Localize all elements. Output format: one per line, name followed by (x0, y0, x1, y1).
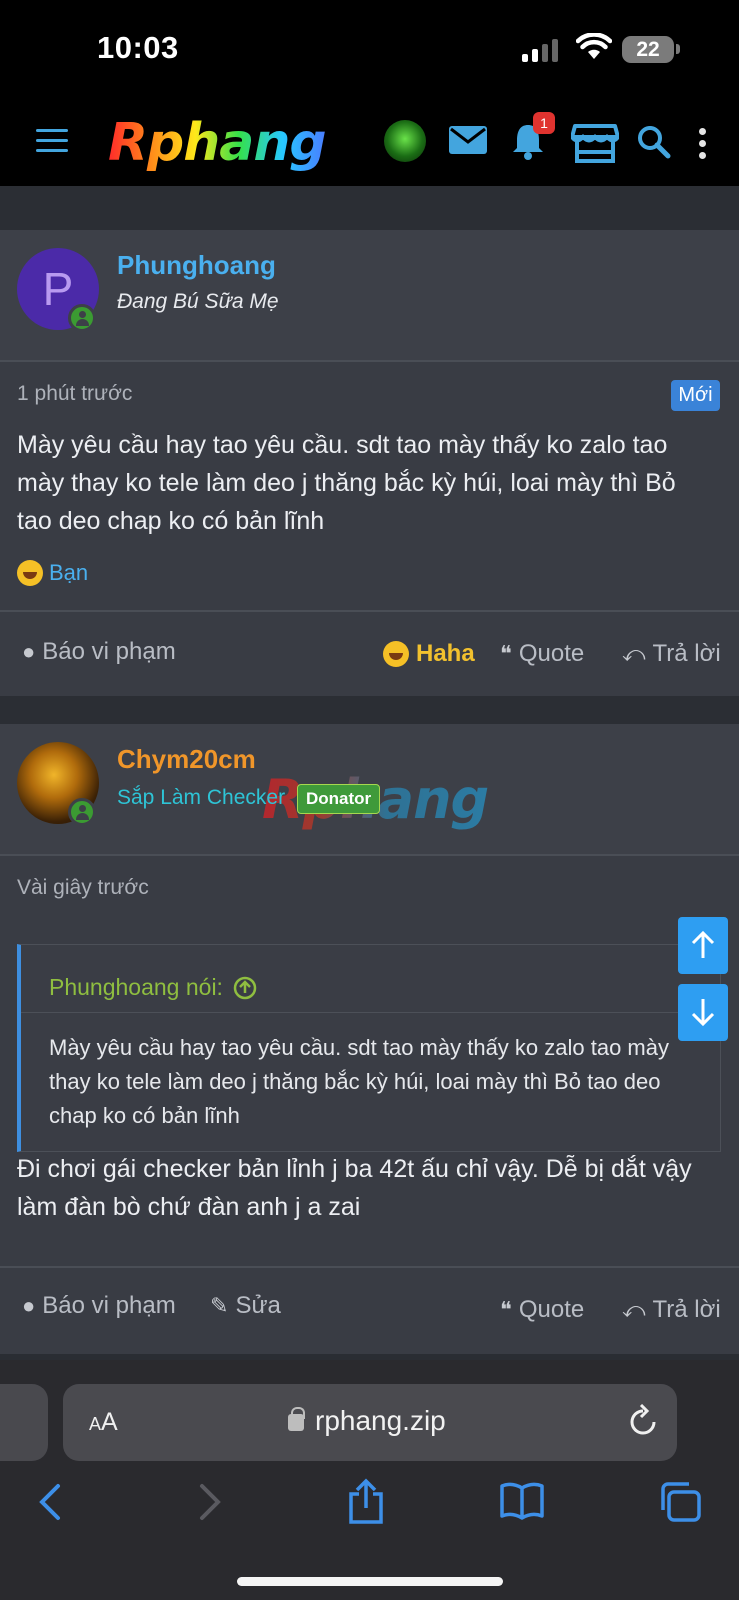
alert-icon: ● (22, 639, 36, 664)
edit-button[interactable]: ✎ Sửa (210, 1292, 281, 1320)
arrow-down-icon (691, 999, 715, 1027)
quote-text: Mày yêu cầu hay tao yêu cầu. sdt tao mày… (49, 1035, 669, 1128)
username[interactable]: Phunghoang (117, 250, 276, 281)
post-1: P Phunghoang Đang Bú Sữa Mẹ 1 phút trước… (0, 230, 739, 696)
pencil-icon: ✎ (210, 1293, 229, 1318)
store-icon[interactable] (571, 122, 619, 164)
post-body: Đi chơi gái checker bản lỉnh j ba 42t ấu… (17, 1155, 692, 1221)
post-body: Mày yêu cầu hay tao yêu cầu. sdt tao mày… (17, 431, 676, 535)
mail-icon[interactable] (449, 126, 487, 154)
alert-icon: ● (22, 1293, 36, 1318)
status-bar: 10:03 22 (0, 0, 739, 100)
donator-banner: Donator (297, 784, 381, 814)
quote-author: Phunghoang nói: (49, 974, 223, 1000)
reader-settings-button[interactable]: AA (89, 1408, 118, 1437)
notification-badge: 1 (533, 112, 555, 134)
share-icon[interactable] (347, 1478, 385, 1524)
home-indicator[interactable] (237, 1577, 503, 1586)
reply-icon: ⤺ (622, 641, 646, 666)
new-badge: Mới (671, 380, 720, 411)
quote-icon: ❝ (500, 1297, 512, 1322)
laugh-emoji-icon (17, 560, 43, 586)
reload-icon[interactable] (627, 1404, 659, 1438)
lock-icon (288, 1407, 305, 1431)
reply-button[interactable]: ⤺ Trả lời (622, 1296, 721, 1324)
post-timestamp[interactable]: 1 phút trước (17, 382, 132, 406)
app-header: Rphang 1 (0, 100, 739, 186)
previous-tab-preview[interactable] (0, 1384, 48, 1461)
cellular-signal-icon (522, 38, 558, 62)
battery-tip (676, 44, 680, 54)
quote-button[interactable]: ❝ Quote (500, 640, 584, 668)
reaction-summary[interactable]: Bạn (17, 560, 88, 586)
status-time: 10:03 (97, 30, 179, 65)
arrow-up-circle-icon[interactable] (233, 976, 257, 1000)
reply-button[interactable]: ⤺ Trả lời (622, 640, 721, 668)
post-actions: ● Báo vi phạm Haha ❝ Quote ⤺ Trả lời (0, 610, 739, 696)
more-icon[interactable] (699, 128, 707, 164)
scroll-down-button[interactable] (678, 984, 728, 1041)
online-status-icon (68, 304, 96, 332)
reply-label: Trả lời (652, 640, 721, 667)
reaction-user[interactable]: Bạn (49, 560, 88, 586)
report-button[interactable]: ● Báo vi phạm (22, 638, 176, 666)
edit-label: Sửa (235, 1292, 281, 1319)
report-label: Báo vi phạm (42, 1292, 176, 1319)
quote-label: Quote (518, 640, 585, 667)
report-button[interactable]: ● Báo vi phạm (22, 1292, 176, 1320)
quote-icon: ❝ (500, 641, 512, 666)
haha-reaction-button[interactable]: Haha (383, 640, 475, 668)
post-user-header: P Phunghoang Đang Bú Sữa Mẹ (0, 230, 739, 362)
quote-button[interactable]: ❝ Quote (500, 1296, 584, 1324)
back-icon[interactable] (36, 1482, 64, 1522)
username[interactable]: Chym20cm (117, 744, 256, 775)
online-status-icon (68, 798, 96, 826)
tabs-icon[interactable] (659, 1482, 701, 1522)
site-logo[interactable]: Rphang (108, 113, 327, 173)
user-title: Đang Bú Sữa Mẹ (117, 290, 279, 313)
menu-icon[interactable] (36, 129, 68, 153)
user-title: Sắp Làm Checker (117, 786, 286, 809)
page-gap (0, 186, 739, 230)
search-icon[interactable] (637, 125, 671, 159)
arrow-up-icon (691, 930, 715, 958)
battery-indicator: 22 (622, 36, 674, 63)
reply-label: Trả lời (652, 1296, 721, 1323)
wifi-icon (576, 33, 612, 59)
quote-block: Phunghoang nói: Mày yêu cầu hay tao yêu … (17, 944, 721, 1152)
address-bar[interactable]: AA rphang.zip (63, 1384, 677, 1461)
haha-label: Haha (416, 640, 475, 667)
scroll-up-button[interactable] (678, 917, 728, 974)
quote-label: Quote (518, 1296, 585, 1323)
bookmarks-icon[interactable] (500, 1482, 544, 1520)
user-avatar[interactable] (384, 120, 426, 162)
quote-header[interactable]: Phunghoang nói: (21, 945, 720, 1013)
url-text[interactable]: rphang.zip (315, 1405, 446, 1437)
post-gap (0, 696, 739, 724)
reply-icon: ⤺ (622, 1297, 646, 1322)
post-timestamp[interactable]: Vài giây trước (17, 876, 149, 900)
post-2: Chym20cm Rphang Sắp Làm Checker Donator … (0, 724, 739, 1354)
laugh-emoji-icon (383, 641, 409, 667)
forward-icon[interactable] (196, 1482, 224, 1522)
post-actions: ● Báo vi phạm ✎ Sửa ❝ Quote ⤺ Trả lời (0, 1266, 739, 1352)
post-user-header: Chym20cm Rphang Sắp Làm Checker Donator (0, 724, 739, 856)
report-label: Báo vi phạm (42, 638, 176, 665)
